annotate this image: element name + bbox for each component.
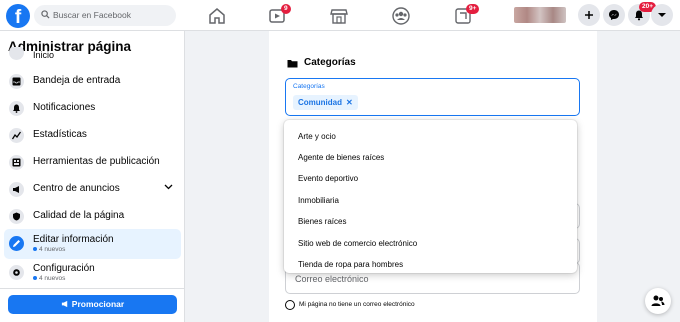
no-email-radio[interactable]: [285, 300, 295, 310]
home-icon[interactable]: [207, 6, 227, 26]
watch-badge: 9: [281, 4, 291, 14]
categories-field-label: Categorías: [293, 83, 325, 90]
sidebar-item-sublabel: 4 nuevos: [33, 246, 65, 253]
search-icon: [41, 10, 50, 19]
dropdown-option[interactable]: Sitio web de comercio electrónico: [298, 239, 417, 248]
new-indicator-dot: [33, 276, 37, 280]
sidebar-item-ad-center[interactable]: Centro de anuncios: [4, 176, 181, 203]
create-button[interactable]: [578, 4, 600, 26]
marketplace-icon[interactable]: [329, 6, 349, 26]
home-icon: [9, 47, 24, 60]
sidebar-item-label: Herramientas de publicación: [33, 156, 160, 167]
promote-button[interactable]: Promocionar: [8, 295, 177, 314]
people-icon: [651, 295, 665, 306]
sidebar-divider: [0, 288, 184, 289]
sidebar-item-publishing-tools[interactable]: Herramientas de publicación: [4, 149, 181, 176]
dropdown-option[interactable]: Agente de bienes raíces: [298, 153, 384, 162]
sidebar-item-page-quality[interactable]: Calidad de la página: [4, 203, 181, 230]
sidebar-item-inbox[interactable]: Bandeja de entrada: [4, 68, 181, 95]
chevron-down-icon: [658, 13, 666, 17]
groups-icon[interactable]: [391, 6, 411, 26]
gear-icon: [9, 265, 24, 280]
search-input[interactable]: Buscar en Facebook: [34, 5, 176, 26]
inbox-icon: [9, 74, 24, 89]
stats-icon: [9, 128, 24, 143]
bell-icon: [9, 101, 24, 116]
sidebar-item-sublabel: 4 nuevos: [33, 275, 65, 282]
sidebar-item-label: Bandeja de entrada: [33, 75, 121, 86]
sidebar-item-notifications[interactable]: Notificaciones: [4, 95, 181, 122]
email-placeholder: Correo electrónico: [295, 274, 369, 284]
profile-avatar[interactable]: [514, 7, 566, 23]
sidebar-item-label: Estadísticas: [33, 129, 87, 140]
sidebar-item-label: Centro de anuncios: [33, 183, 120, 194]
search-placeholder: Buscar en Facebook: [53, 10, 131, 20]
contacts-fab[interactable]: [645, 288, 671, 314]
chevron-down-icon: [164, 184, 173, 190]
categories-input[interactable]: Categorías Comunidad ✕: [285, 78, 580, 116]
dropdown-option[interactable]: Evento deportivo: [298, 174, 358, 183]
dropdown-option[interactable]: Bienes raíces: [298, 217, 346, 226]
sidebar-item-label: Calidad de la página: [33, 210, 125, 221]
sidebar-item-inicio[interactable]: Inicio: [4, 47, 181, 65]
dropdown-option[interactable]: Arte y ocio: [298, 132, 336, 141]
categories-heading: Categorías: [304, 57, 356, 68]
gaming-badge: 9+: [466, 4, 480, 14]
sidebar-item-edit-info[interactable]: Editar información 4 nuevos: [4, 229, 181, 259]
top-navigation-bar: f Buscar en Facebook 9 9+ 20+: [0, 0, 680, 31]
sidebar-item-label: Inicio: [33, 50, 55, 60]
new-indicator-dot: [33, 247, 37, 251]
shield-icon: [9, 209, 24, 224]
account-menu-button[interactable]: [651, 4, 673, 26]
remove-chip-icon[interactable]: ✕: [346, 98, 353, 107]
category-suggestions-dropdown: Arte y ocio Agente de bienes raíces Even…: [284, 120, 577, 273]
dropdown-option[interactable]: Tienda de ropa para hombres: [298, 260, 403, 269]
manage-page-sidebar: Administrar página Inicio Bandeja de ent…: [0, 31, 185, 322]
sidebar-item-label: Notificaciones: [33, 102, 96, 113]
megaphone-icon: [9, 182, 24, 197]
pencil-icon: [9, 236, 24, 251]
plus-icon: [585, 11, 593, 19]
messenger-button[interactable]: [603, 4, 625, 26]
no-email-label: Mi página no tiene un correo electrónico: [299, 301, 415, 308]
publishing-tools-icon: [9, 155, 24, 170]
facebook-logo[interactable]: f: [6, 4, 30, 28]
folder-icon: [287, 60, 298, 68]
messenger-icon: [609, 10, 619, 20]
megaphone-icon: [61, 300, 68, 308]
category-chip[interactable]: Comunidad ✕: [293, 95, 358, 110]
sidebar-item-settings[interactable]: Configuración 4 nuevos: [4, 258, 181, 288]
sidebar-item-label: Configuración: [33, 263, 95, 274]
sidebar-item-insights[interactable]: Estadísticas: [4, 122, 181, 149]
sidebar-item-label: Editar información: [33, 234, 114, 245]
dropdown-option[interactable]: Inmobiliaria: [298, 196, 339, 205]
